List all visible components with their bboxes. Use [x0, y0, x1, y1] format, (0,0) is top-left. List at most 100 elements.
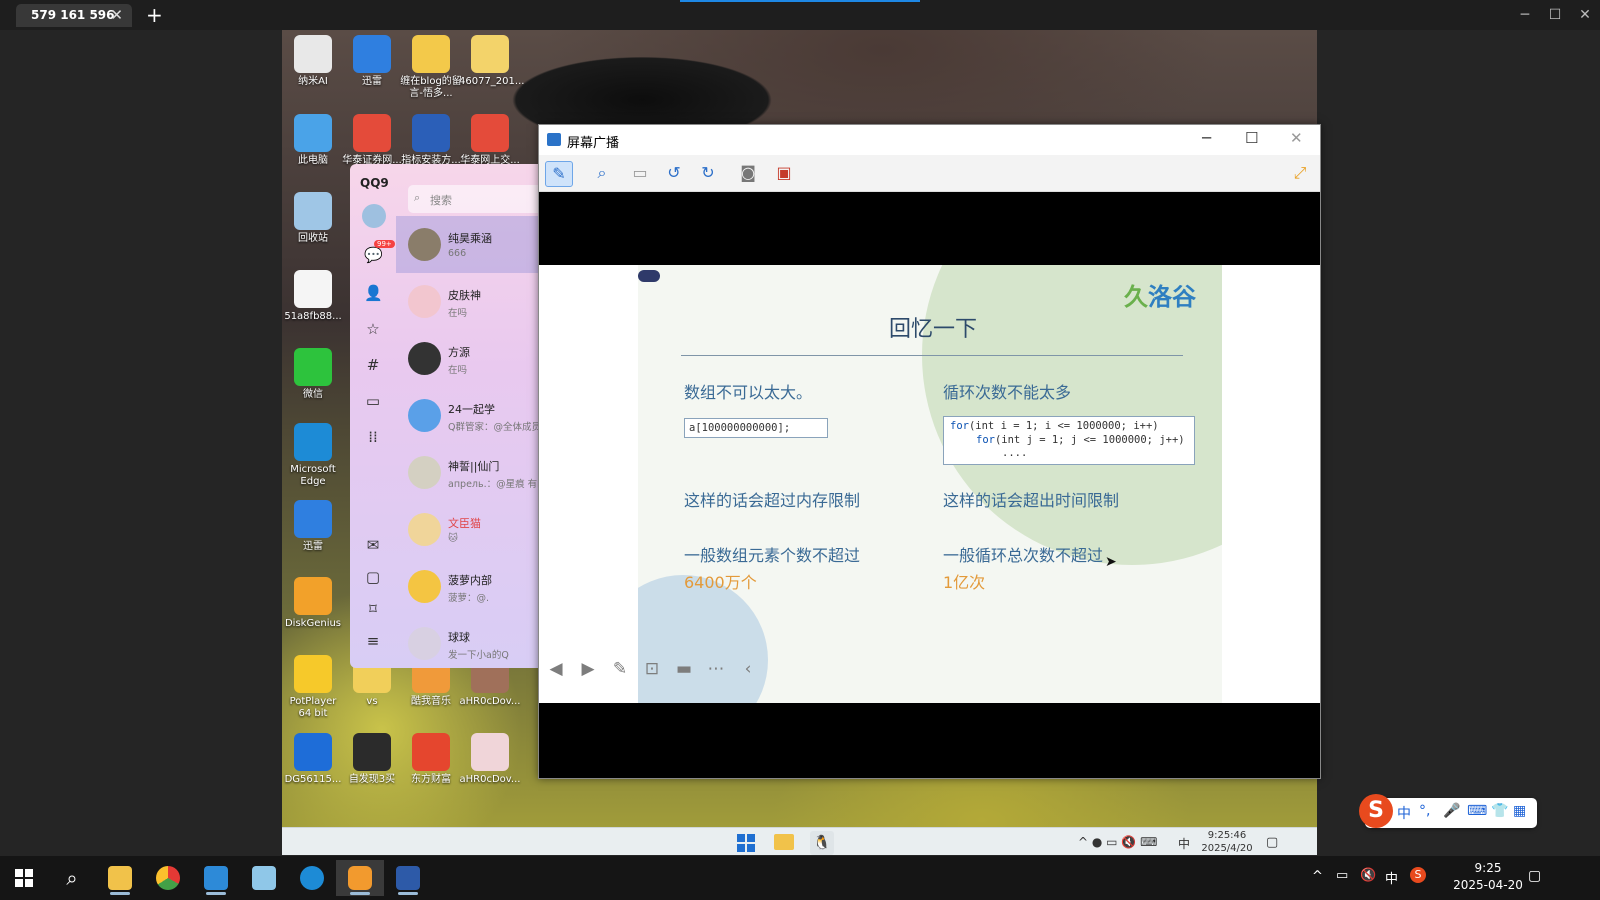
- sogou-tray-icon[interactable]: S: [1410, 867, 1426, 883]
- qq-contact-row[interactable]: 24一起学 Q群管家：@全体成员: [396, 387, 546, 444]
- next-slide-icon[interactable]: ▶: [577, 658, 599, 680]
- app-task[interactable]: [192, 860, 240, 896]
- qq-window[interactable]: QQ9 💬 99+ 👤 ☆ # ▭ ⁞⁞ ✉ ▢ ⌑ ≡ ⌕ 搜索 纯昊乘涵 66…: [350, 164, 546, 668]
- control-mode-icon[interactable]: ✎: [545, 161, 573, 187]
- maximize-icon[interactable]: ☐: [1540, 0, 1570, 30]
- qq-contact-row[interactable]: 文臣猫 🐱: [396, 501, 546, 558]
- camera-icon[interactable]: ◙: [735, 161, 761, 185]
- desktop-icon[interactable]: Microsoft Edge: [282, 423, 344, 488]
- desktop-icon[interactable]: 迅雷: [341, 35, 403, 88]
- desktop-icon[interactable]: aHR0cDov...: [459, 733, 521, 786]
- right-bottom-value: 1亿次: [943, 573, 986, 592]
- monitor-icon[interactable]: ▭: [627, 161, 653, 185]
- file-explorer-icon[interactable]: [774, 834, 794, 850]
- desktop-icon[interactable]: 自发现3买: [341, 733, 403, 786]
- desktop-icon[interactable]: 迅雷: [282, 500, 344, 553]
- qq-search-box[interactable]: ⌕ 搜索: [408, 185, 546, 213]
- start-icon[interactable]: [736, 833, 756, 853]
- more-icon[interactable]: ⋯: [705, 658, 727, 680]
- tray-icons[interactable]: ^ ● ▭ 🔇 ⌨: [1078, 835, 1157, 849]
- close-button[interactable]: ✕: [1290, 129, 1303, 147]
- star-icon[interactable]: ☆: [364, 320, 382, 338]
- start-button[interactable]: [0, 860, 48, 896]
- desktop-icon[interactable]: 51a8fb88...: [282, 270, 344, 323]
- qq-user-avatar[interactable]: [362, 204, 386, 228]
- collapse-icon[interactable]: ‹: [737, 658, 759, 680]
- desktop-icon[interactable]: 46077_201...: [459, 35, 524, 88]
- zoom-icon[interactable]: ⌕: [589, 161, 615, 185]
- screen-broadcast-window[interactable]: 屏幕广播 ─ ☐ ✕ ✎ ⌕ ▭ ↺ ↻ ◙ ▣ ⤢ 久洛谷 回忆一下 数组不可…: [538, 124, 1321, 779]
- new-tab-button[interactable]: +: [146, 3, 163, 27]
- prev-slide-icon[interactable]: ◀: [545, 658, 567, 680]
- desktop-icon[interactable]: 华泰网上交...: [459, 114, 521, 167]
- qq-contact-row[interactable]: 神誓||仙门 апрель.：@星痕 有的: [396, 444, 546, 501]
- ime-punct[interactable]: °,: [1419, 803, 1430, 819]
- mail-icon[interactable]: ✉: [364, 536, 382, 554]
- desktop-icon[interactable]: 东方财富: [400, 733, 462, 786]
- channel-icon[interactable]: #: [364, 356, 382, 374]
- close-tab-icon[interactable]: ✕: [110, 6, 123, 24]
- remote-ime-indicator[interactable]: 中: [1178, 835, 1190, 852]
- left-bottom-value: 6400万个: [684, 573, 757, 592]
- search-icon[interactable]: ⌕: [48, 860, 96, 896]
- remote-viewer-task[interactable]: [336, 860, 384, 896]
- session-tab[interactable]: 579 161 596 ✕: [16, 4, 132, 27]
- keyboard-icon[interactable]: ⌨: [1467, 803, 1487, 819]
- qq-contact-row[interactable]: 纯昊乘涵 666: [396, 216, 546, 273]
- toolbox-icon[interactable]: ▦: [1513, 803, 1526, 819]
- remote-clock[interactable]: 9:25:46 2025/4/20: [1198, 829, 1256, 855]
- app-icon: [353, 114, 391, 152]
- mic-icon[interactable]: 🎤: [1443, 803, 1460, 819]
- bookmark-icon[interactable]: ⌑: [364, 600, 382, 618]
- undo-icon[interactable]: ↺: [661, 161, 687, 185]
- qq-contact-row[interactable]: 球球 发一下小a的Q: [396, 615, 546, 668]
- close-icon[interactable]: ✕: [1570, 0, 1600, 30]
- taskbar-clock[interactable]: 9:25 2025-04-20: [1452, 860, 1524, 894]
- qq-contact-row[interactable]: 皮肤神 在吗: [396, 273, 546, 330]
- tray-overflow-icon[interactable]: ^: [1312, 869, 1323, 884]
- menu-icon[interactable]: ≡: [364, 632, 382, 650]
- video-icon[interactable]: ▬: [673, 658, 695, 680]
- minimize-button[interactable]: ─: [1202, 129, 1211, 147]
- apps-grid-icon[interactable]: ⁞⁞: [364, 428, 382, 446]
- desktop-icon[interactable]: PotPlayer 64 bit: [282, 655, 344, 720]
- desktop-icon[interactable]: 回收站: [282, 192, 344, 245]
- skin-icon[interactable]: 👕: [1491, 803, 1508, 819]
- desktop-icon[interactable]: 微信: [282, 348, 344, 401]
- desktop-icon[interactable]: DiskGenius: [282, 577, 344, 630]
- chat-icon[interactable]: 💬: [364, 246, 383, 264]
- broadcast-content[interactable]: 久洛谷 回忆一下 数组不可以太大。 a[100000000000]; 循环次数不…: [539, 265, 1320, 703]
- qq-penguin-icon[interactable]: 🐧: [810, 831, 834, 855]
- desktop-icon[interactable]: 此电脑: [282, 114, 344, 167]
- desktop-icon[interactable]: 指标安装方...: [400, 114, 462, 167]
- ime-lang[interactable]: 中: [1397, 803, 1411, 823]
- qq-contact-row[interactable]: 方源 在吗: [396, 330, 546, 387]
- minimize-icon[interactable]: ─: [1510, 0, 1540, 30]
- ime-toolbar[interactable]: S 中 °, 🎤 ⌨ 👕 ▦: [1359, 794, 1537, 828]
- devcpp-task[interactable]: [384, 860, 432, 896]
- redo-icon[interactable]: ↻: [695, 161, 721, 185]
- network-icon[interactable]: ▭: [1336, 868, 1348, 883]
- fullscreen-icon[interactable]: ⤢: [1287, 161, 1313, 185]
- ime-indicator[interactable]: 中: [1385, 868, 1398, 887]
- sogou-logo-icon[interactable]: S: [1359, 794, 1393, 828]
- notepad-task[interactable]: [240, 860, 288, 896]
- focus-icon[interactable]: ⊡: [641, 658, 663, 680]
- edge-task[interactable]: [288, 860, 336, 896]
- desktop-icon[interactable]: DG56115...: [282, 733, 344, 786]
- file-explorer-task[interactable]: [96, 860, 144, 896]
- notification-icon[interactable]: ▢: [1266, 835, 1278, 850]
- desktop-icon[interactable]: 纳米AI: [282, 35, 344, 88]
- desktop-icon[interactable]: 华泰证券网...: [341, 114, 403, 167]
- maximize-button[interactable]: ☐: [1245, 129, 1258, 147]
- volume-icon[interactable]: 🔇: [1360, 868, 1376, 883]
- map-icon[interactable]: ▭: [364, 392, 382, 410]
- folder-icon[interactable]: ▢: [364, 568, 382, 586]
- desktop-icon[interactable]: 缠在blog的留言-悟多...: [400, 35, 462, 100]
- record-screen-icon[interactable]: ▣: [771, 161, 797, 185]
- pen-icon[interactable]: ✎: [609, 658, 631, 680]
- contacts-icon[interactable]: 👤: [364, 284, 383, 302]
- chrome-task[interactable]: [144, 860, 192, 896]
- qq-contact-row[interactable]: 菠萝内部 菠萝：@.: [396, 558, 546, 615]
- notification-icon[interactable]: ▢: [1528, 868, 1541, 884]
